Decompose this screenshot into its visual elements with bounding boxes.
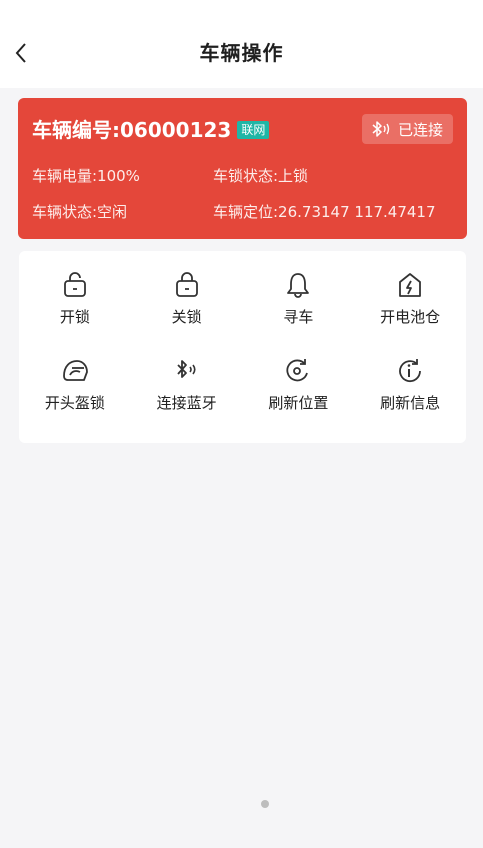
bluetooth-status-label: 已连接 — [397, 120, 443, 139]
unlock-label: 开锁 — [59, 308, 90, 326]
bluetooth-icon — [176, 360, 196, 378]
refresh-location-label: 刷新位置 — [268, 394, 329, 412]
battery-level: 车辆电量:100% — [32, 167, 140, 185]
lock-status: 车锁状态:上锁 — [213, 167, 309, 185]
connect-bluetooth-label: 连接蓝牙 — [156, 394, 217, 412]
vehicle-info-card: 车辆编号:06000123 联网 已连接 车辆电量:100% 车锁状态:上锁 车… — [18, 98, 467, 239]
lock-icon — [175, 272, 198, 297]
open-battery-button[interactable]: 开电池仓 — [354, 269, 466, 355]
vehicle-number: 车辆编号:06000123 联网 — [32, 116, 270, 144]
location-refresh-icon — [286, 359, 309, 382]
vehicle-location: 车辆定位:26.73147 117.47417 — [213, 203, 436, 221]
bell-icon — [287, 273, 310, 298]
refresh-info-button[interactable]: 刷新信息 — [354, 355, 466, 443]
lock-label: 关锁 — [171, 308, 202, 326]
vehicle-number-text: 车辆编号:06000123 — [32, 118, 232, 142]
connect-bluetooth-button[interactable]: 连接蓝牙 — [131, 355, 243, 443]
info-refresh-icon — [399, 359, 422, 383]
lock-button[interactable]: 关锁 — [131, 269, 243, 355]
refresh-info-label: 刷新信息 — [380, 394, 441, 412]
action-panel: 开锁 关锁 寻车 开电池仓 开头盔锁 连接蓝牙 刷新位置 刷新信息 — [19, 251, 466, 443]
unlock-button[interactable]: 开锁 — [19, 269, 131, 355]
refresh-location-button[interactable]: 刷新位置 — [243, 355, 355, 443]
open-battery-label: 开电池仓 — [380, 308, 441, 326]
battery-box-icon — [399, 273, 422, 297]
network-badge: 联网 — [237, 121, 270, 139]
find-vehicle-button[interactable]: 寻车 — [243, 269, 355, 355]
helmet-lock-label: 开头盔锁 — [44, 394, 105, 412]
find-vehicle-label: 寻车 — [283, 308, 314, 326]
page-indicator-dot — [261, 800, 269, 808]
unlock-icon — [63, 272, 86, 297]
vehicle-status: 车辆状态:空闲 — [32, 203, 128, 221]
top-nav-bar: 车辆操作 — [0, 0, 483, 88]
bluetooth-status-button[interactable]: 已连接 — [361, 114, 453, 144]
helmet-icon — [62, 360, 88, 381]
bluetooth-icon — [372, 121, 390, 137]
helmet-lock-button[interactable]: 开头盔锁 — [19, 355, 131, 443]
page-title: 车辆操作 — [199, 41, 284, 65]
